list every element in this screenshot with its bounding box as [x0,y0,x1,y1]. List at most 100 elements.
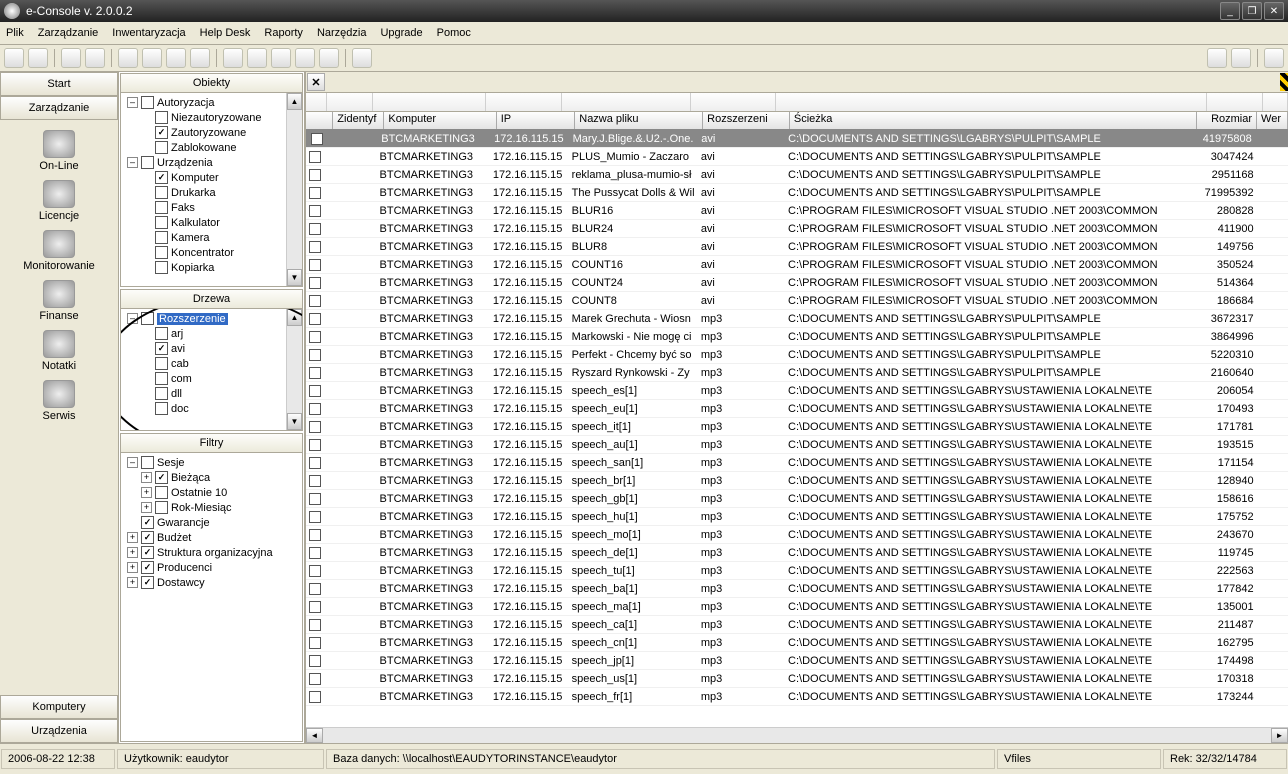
toolbar-button[interactable] [319,48,339,68]
table-row[interactable]: BTCMARKETING3172.16.115.15Mary.J.Blige.&… [306,130,1288,148]
toolbar-button[interactable] [295,48,315,68]
scroll-right-icon[interactable]: ► [1271,728,1288,743]
table-row[interactable]: BTCMARKETING3172.16.115.15Markowski - Ni… [306,328,1288,346]
table-row[interactable]: BTCMARKETING3172.16.115.15speech_hu[1]mp… [306,508,1288,526]
help-icon[interactable] [1264,48,1284,68]
checkbox[interactable] [141,576,154,589]
table-row[interactable]: BTCMARKETING3172.16.115.15speech_eu[1]mp… [306,400,1288,418]
expand-toggle[interactable]: – [127,313,138,324]
table-row[interactable]: BTCMARKETING3172.16.115.15speech_ca[1]mp… [306,616,1288,634]
table-row[interactable]: BTCMARKETING3172.16.115.15speech_es[1]mp… [306,382,1288,400]
table-row[interactable]: BTCMARKETING3172.16.115.15speech_it[1]mp… [306,418,1288,436]
close-tab-button[interactable]: ✕ [307,73,325,91]
col-ip[interactable]: IP [497,112,576,129]
scroll-up-icon[interactable]: ▲ [287,309,302,326]
filter-row[interactable] [306,93,1288,112]
tree-item[interactable]: –Urządzenia [127,155,300,170]
menu-raporty[interactable]: Raporty [264,27,303,39]
checkbox[interactable] [155,501,168,514]
row-checkbox[interactable] [306,691,325,703]
table-row[interactable]: BTCMARKETING3172.16.115.15PLUS_Mumio - Z… [306,148,1288,166]
table-row[interactable]: BTCMARKETING3172.16.115.15reklama_plusa-… [306,166,1288,184]
col-rozmiar[interactable]: Rozmiar [1197,112,1257,129]
tree-item[interactable]: +Budżet [127,530,300,545]
checkbox[interactable] [141,546,154,559]
start-button[interactable]: Start [0,72,118,96]
checkbox[interactable] [141,96,154,109]
checkbox[interactable] [155,372,168,385]
print-icon[interactable] [1231,48,1251,68]
row-checkbox[interactable] [306,565,325,577]
tree-item[interactable]: –Rozszerzenie [127,311,300,326]
row-checkbox[interactable] [306,547,325,559]
table-row[interactable]: BTCMARKETING3172.16.115.15BLUR24aviC:\PR… [306,220,1288,238]
tree-item[interactable]: Koncentrator [127,245,300,260]
scroll-down-icon[interactable]: ▼ [287,269,302,286]
menu-upgrade[interactable]: Upgrade [380,27,422,39]
checkbox[interactable] [155,246,168,259]
grid-body[interactable]: BTCMARKETING3172.16.115.15Mary.J.Blige.&… [306,130,1288,727]
row-checkbox[interactable] [306,169,325,181]
close-button[interactable]: ✕ [1264,2,1284,20]
checkbox[interactable] [141,516,154,529]
tree-item[interactable]: Komputer [127,170,300,185]
toolbar-button[interactable] [247,48,267,68]
scroll-down-icon[interactable]: ▼ [287,413,302,430]
horizontal-scrollbar[interactable]: ◄ ► [306,727,1288,743]
table-row[interactable]: BTCMARKETING3172.16.115.15COUNT24aviC:\P… [306,274,1288,292]
menu-pomoc[interactable]: Pomoc [437,27,471,39]
row-checkbox[interactable] [306,241,325,253]
tree-item[interactable]: avi [127,341,300,356]
table-row[interactable]: BTCMARKETING3172.16.115.15speech_ba[1]mp… [306,580,1288,598]
table-row[interactable]: BTCMARKETING3172.16.115.15BLUR8aviC:\PRO… [306,238,1288,256]
nav-item[interactable]: Monitorowanie [0,226,118,276]
toolbar-button[interactable] [28,48,48,68]
zarzadzanie-button[interactable]: Zarządzanie [0,96,118,120]
tree-item[interactable]: Niezautoryzowane [127,110,300,125]
row-checkbox[interactable] [306,313,325,325]
table-row[interactable]: BTCMARKETING3172.16.115.15BLUR16aviC:\PR… [306,202,1288,220]
toolbar-button[interactable] [352,48,372,68]
checkbox[interactable] [155,141,168,154]
row-checkbox[interactable] [306,601,325,613]
expand-toggle[interactable]: + [127,577,138,588]
nav-item[interactable]: Finanse [0,276,118,326]
table-row[interactable]: BTCMARKETING3172.16.115.15The Pussycat D… [306,184,1288,202]
toolbar-button[interactable] [271,48,291,68]
col-komputer[interactable]: Komputer [384,112,496,129]
tree-item[interactable]: doc [127,401,300,416]
tree-item[interactable]: –Autoryzacja [127,95,300,110]
tree-item[interactable]: Gwarancje [127,515,300,530]
table-row[interactable]: BTCMARKETING3172.16.115.15speech_br[1]mp… [306,472,1288,490]
table-row[interactable]: BTCMARKETING3172.16.115.15speech_fr[1]mp… [306,688,1288,706]
checkbox[interactable] [155,231,168,244]
toolbar-button[interactable] [4,48,24,68]
expand-toggle[interactable]: + [141,502,152,513]
tree-item[interactable]: Kamera [127,230,300,245]
tree-item[interactable]: Drukarka [127,185,300,200]
nav-item[interactable]: On-Line [0,126,118,176]
toolbar-button[interactable] [118,48,138,68]
toolbar-button[interactable] [142,48,162,68]
nav-item[interactable]: Licencje [0,176,118,226]
menu-plik[interactable]: Plik [6,27,24,39]
tree-item[interactable]: com [127,371,300,386]
tree-item[interactable]: +Rok-Miesiąc [127,500,300,515]
checkbox[interactable] [155,261,168,274]
tree-item[interactable]: cab [127,356,300,371]
tree-item[interactable]: Kopiarka [127,260,300,275]
tree-item[interactable]: +Dostawcy [127,575,300,590]
expand-toggle[interactable]: + [127,532,138,543]
table-row[interactable]: BTCMARKETING3172.16.115.15speech_tu[1]mp… [306,562,1288,580]
table-row[interactable]: BTCMARKETING3172.16.115.15Marek Grechuta… [306,310,1288,328]
tree-item[interactable]: +Producenci [127,560,300,575]
col-wer[interactable]: Wer [1257,112,1288,129]
row-checkbox[interactable] [306,619,325,631]
checkbox[interactable] [155,357,168,370]
row-checkbox[interactable] [306,223,325,235]
toolbar-button[interactable] [166,48,186,68]
row-checkbox[interactable] [306,493,325,505]
col-zidentyf[interactable]: Zidentyf [333,112,384,129]
tree-item[interactable]: Zautoryzowane [127,125,300,140]
checkbox[interactable] [155,387,168,400]
